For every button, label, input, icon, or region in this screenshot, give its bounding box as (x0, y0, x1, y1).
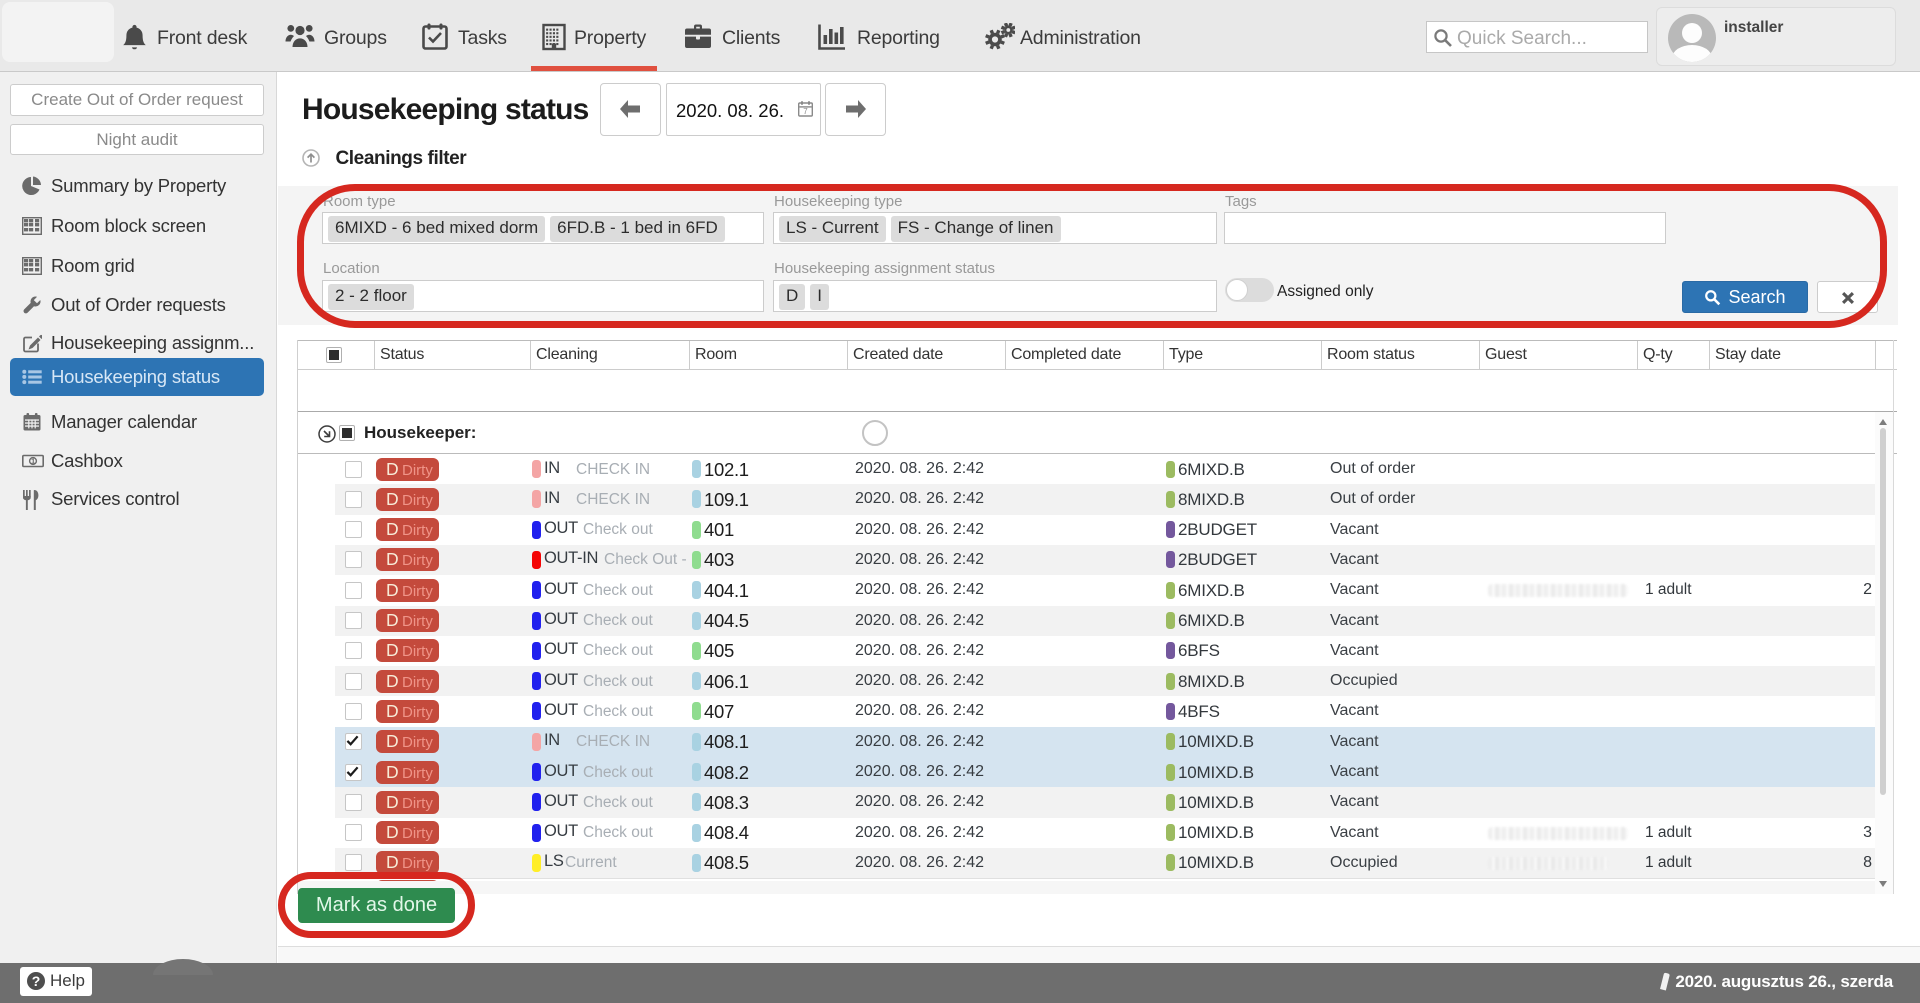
svg-text:7: 7 (803, 107, 808, 116)
svg-text:1: 1 (31, 457, 35, 466)
